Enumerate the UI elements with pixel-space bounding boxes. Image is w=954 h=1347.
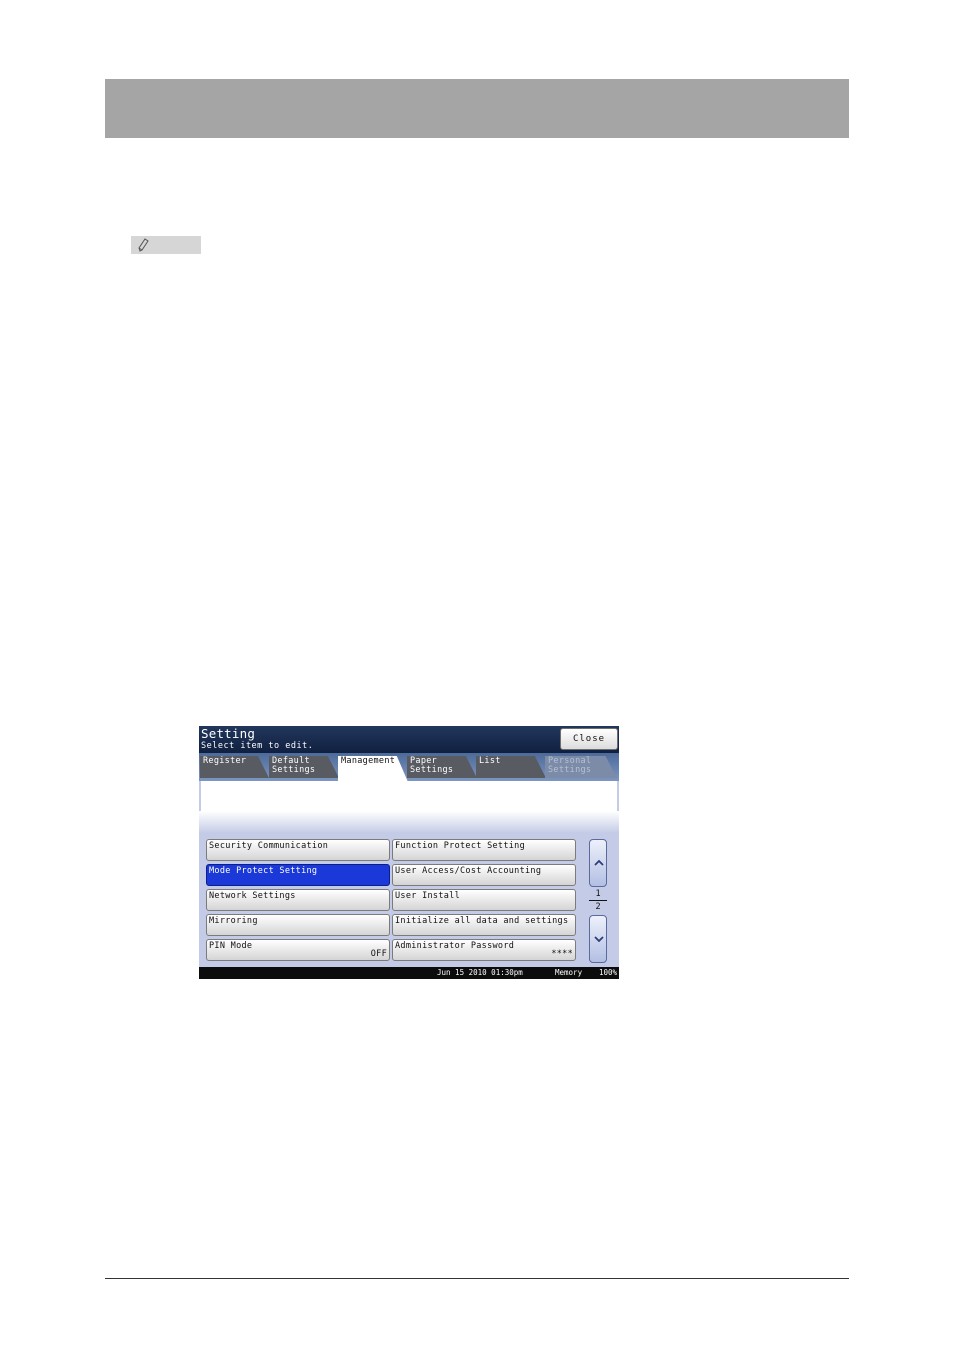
tab-label-line2: Settings	[548, 765, 592, 775]
item-user-install[interactable]: User Install	[392, 889, 576, 911]
item-label: User Install	[395, 891, 461, 901]
item-label: Function Protect Setting	[395, 841, 526, 851]
title-bar: Setting Select item to edit. Close	[199, 726, 619, 753]
message-divider	[199, 811, 619, 833]
note-tag	[131, 236, 201, 254]
item-initialize-all-data[interactable]: Initialize all data and settings	[392, 914, 576, 936]
tab-management[interactable]: Management	[338, 756, 408, 782]
item-label: Mode Protect Setting	[209, 866, 318, 876]
tab-label-line1: Management	[341, 756, 396, 766]
item-label: Initialize all data and settings	[395, 916, 569, 926]
item-value: ****	[551, 949, 573, 959]
tab-strip: Register Default Settings Management Pap…	[199, 753, 619, 782]
page-header-bar	[105, 79, 849, 138]
footer-rule	[105, 1278, 849, 1279]
pencil-icon	[138, 238, 149, 252]
scroll-down-button[interactable]	[589, 915, 607, 963]
item-value: OFF	[370, 949, 387, 959]
item-pin-mode[interactable]: PIN Mode OFF	[206, 939, 390, 961]
item-administrator-password[interactable]: Administrator Password ****	[392, 939, 576, 961]
tab-personal-settings: Personal Settings	[545, 756, 617, 778]
status-memory-label: Memory	[555, 968, 583, 977]
item-mode-protect-setting[interactable]: Mode Protect Setting	[206, 864, 390, 886]
tab-default-settings[interactable]: Default Settings	[269, 756, 339, 778]
item-function-protect-setting[interactable]: Function Protect Setting	[392, 839, 576, 861]
item-security-communication[interactable]: Security Communication	[206, 839, 390, 861]
item-label: Network Settings	[209, 891, 296, 901]
item-label: Mirroring	[209, 916, 258, 926]
page-indicator: 1 2	[587, 889, 609, 912]
page-current: 1	[595, 889, 601, 899]
page-total: 2	[595, 902, 601, 912]
settings-panel: Setting Select item to edit. Close Regis…	[199, 726, 619, 979]
item-label: PIN Mode	[209, 941, 253, 951]
status-memory-value: 100%	[599, 968, 618, 977]
close-button[interactable]: Close	[560, 728, 618, 750]
tab-label-line1: Register	[203, 756, 247, 766]
item-label: Security Communication	[209, 841, 329, 851]
item-label: Administrator Password	[395, 941, 515, 951]
item-label: User Access/Cost Accounting	[395, 866, 542, 876]
tab-register[interactable]: Register	[200, 756, 269, 778]
chevron-down-icon	[594, 936, 604, 943]
scroll-up-button[interactable]	[589, 839, 607, 887]
tab-label-line2: Settings	[272, 765, 316, 775]
tab-label-line1: List	[479, 756, 501, 766]
item-network-settings[interactable]: Network Settings	[206, 889, 390, 911]
item-mirroring[interactable]: Mirroring	[206, 914, 390, 936]
status-bar: Jun 15 2010 01:30pm Memory 100%	[199, 967, 619, 979]
item-user-access-cost-accounting[interactable]: User Access/Cost Accounting	[392, 864, 576, 886]
message-area	[201, 781, 617, 811]
tab-label-line2: Settings	[410, 765, 454, 775]
tab-paper-settings[interactable]: Paper Settings	[407, 756, 477, 778]
panel-title: Setting	[201, 726, 256, 741]
panel-subtitle: Select item to edit.	[201, 741, 314, 751]
tab-list[interactable]: List	[476, 756, 546, 778]
chevron-up-icon	[594, 859, 604, 866]
page-divider	[589, 900, 607, 901]
status-datetime: Jun 15 2010 01:30pm	[437, 968, 523, 977]
